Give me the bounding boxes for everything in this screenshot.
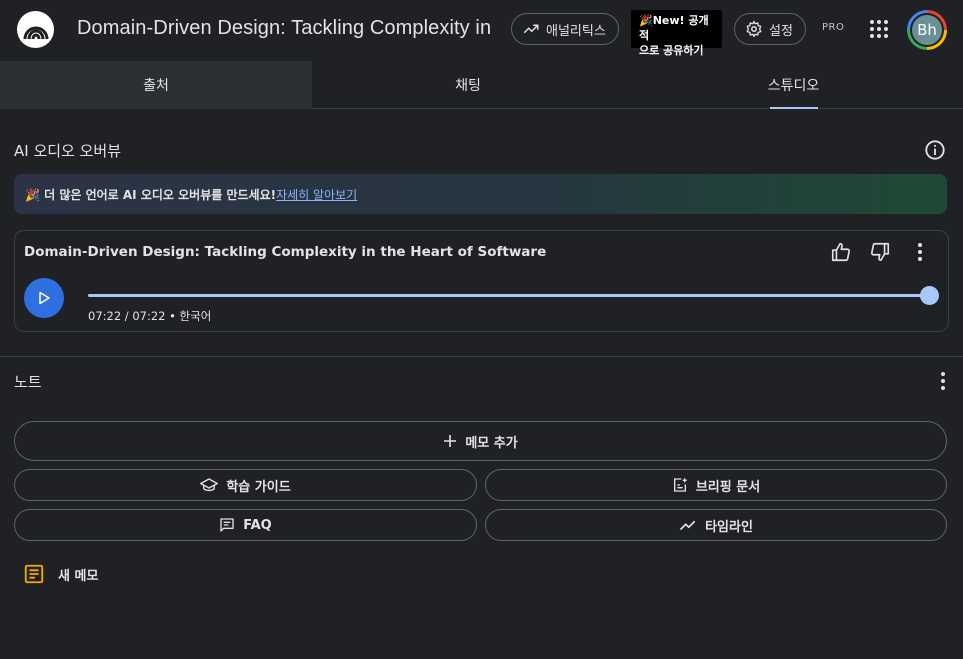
play-icon xyxy=(39,291,50,305)
info-icon[interactable] xyxy=(924,139,946,161)
audio-more-options-icon[interactable] xyxy=(917,243,923,261)
settings-button[interactable]: 설정 xyxy=(734,13,806,45)
timeline-label: 타임라인 xyxy=(705,519,753,535)
new-memo-item[interactable]: 새 메모 xyxy=(23,563,98,585)
share-label-line1: 🎉New! 공개적 xyxy=(639,14,709,42)
thumbs-down-icon[interactable] xyxy=(869,241,891,263)
graduation-cap-icon xyxy=(200,478,219,492)
play-button[interactable] xyxy=(24,278,64,318)
study-guide-label: 학습 가이드 xyxy=(226,479,291,495)
faq-label: FAQ xyxy=(243,517,272,533)
tab-sources[interactable]: 출처 xyxy=(0,61,312,109)
briefing-document-icon xyxy=(673,478,687,492)
avatar: Bh xyxy=(910,13,944,47)
briefing-doc-label: 브리핑 문서 xyxy=(695,479,761,495)
notebook-title[interactable]: Domain-Driven Design: Tackling Complexit… xyxy=(77,17,497,40)
tab-chat[interactable]: 채팅 xyxy=(312,61,624,109)
briefing-doc-button[interactable]: 브리핑 문서 xyxy=(485,469,947,501)
add-note-label: 메모 추가 xyxy=(465,435,518,451)
apps-grid-icon[interactable] xyxy=(868,18,890,40)
trending-up-icon xyxy=(523,24,539,34)
tab-sources-label: 출처 xyxy=(143,78,169,94)
audio-overview-title: AI 오디오 오버뷰 xyxy=(14,142,122,160)
audio-player-card: Domain-Driven Design: Tackling Complexit… xyxy=(14,230,949,332)
section-divider xyxy=(0,356,963,357)
progress-track[interactable] xyxy=(88,294,929,297)
plus-icon xyxy=(444,435,457,447)
playback-time: 07:22 / 07:22 • 한국어 xyxy=(88,309,212,323)
trending-up-icon xyxy=(679,520,696,531)
timeline-button[interactable]: 타임라인 xyxy=(485,509,947,541)
panel-tabs: 출처 채팅 스튜디오 xyxy=(0,61,963,109)
tab-chat-label: 채팅 xyxy=(455,78,481,94)
banner-text: 🎉 더 많은 언어로 AI 오디오 오버뷰를 만드세요! xyxy=(25,187,277,202)
analytics-label: 애널리틱스 xyxy=(546,23,606,39)
notes-title: 노트 xyxy=(14,373,42,391)
progress-handle[interactable] xyxy=(920,286,939,305)
new-memo-label: 새 메모 xyxy=(58,568,99,584)
learn-more-link[interactable]: 자세히 알아보기 xyxy=(276,186,357,203)
settings-label: 설정 xyxy=(769,23,793,39)
notes-more-options-icon[interactable] xyxy=(940,372,946,390)
faq-button[interactable]: FAQ xyxy=(14,509,477,541)
thumbs-up-icon[interactable] xyxy=(830,241,852,263)
note-icon xyxy=(24,564,44,584)
study-guide-button[interactable]: 학습 가이드 xyxy=(14,469,477,501)
share-label-line2: 으로 공유하기 xyxy=(639,44,704,57)
audio-title: Domain-Driven Design: Tackling Complexit… xyxy=(24,244,547,260)
gear-icon xyxy=(746,20,762,38)
active-tab-indicator xyxy=(769,107,818,109)
chat-bubble-icon xyxy=(220,518,234,532)
add-note-button[interactable]: 메모 추가 xyxy=(14,421,947,461)
tab-studio-label: 스튜디오 xyxy=(767,78,820,94)
account-avatar-button[interactable]: Bh xyxy=(907,10,947,50)
analytics-button[interactable]: 애널리틱스 xyxy=(511,13,619,45)
notebooklm-logo-icon[interactable] xyxy=(17,11,54,48)
pro-badge: PRO xyxy=(822,22,845,33)
language-promo-banner: 🎉 더 많은 언어로 AI 오디오 오버뷰를 만드세요! 자세히 알아보기 xyxy=(14,174,947,214)
share-public-button[interactable]: 🎉New! 공개적 으로 공유하기 xyxy=(631,10,722,57)
tab-studio[interactable]: 스튜디오 xyxy=(624,61,963,109)
app-header: Domain-Driven Design: Tackling Complexit… xyxy=(0,0,963,60)
